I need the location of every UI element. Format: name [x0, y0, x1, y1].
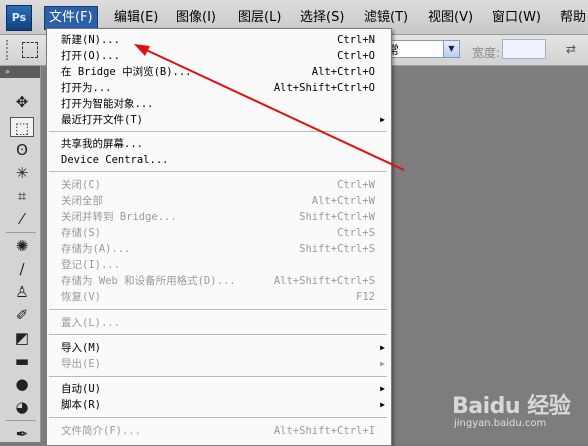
menu-item-share-screen[interactable]: 共享我的屏幕... — [47, 136, 391, 152]
move-icon[interactable]: ✥ — [10, 92, 34, 112]
menu-item-save-as[interactable]: 存储为(A)... Shift+Ctrl+S — [47, 241, 391, 257]
menu-item-save-for-web[interactable]: 存储为 Web 和设备所用格式(D)... Alt+Shift+Ctrl+S — [47, 273, 391, 289]
clone-stamp-icon[interactable]: ♙ — [10, 282, 34, 302]
grip-handle[interactable] — [6, 40, 12, 60]
gradient-icon[interactable]: ▬ — [10, 351, 34, 371]
menu-view[interactable]: 视图(V) — [424, 8, 477, 28]
healing-icon[interactable]: ✺ — [10, 236, 34, 256]
submenu-arrow-icon: ▶ — [380, 400, 385, 409]
menu-item-close-and-go-to-bridge[interactable]: 关闭并转到 Bridge... Shift+Ctrl+W — [47, 209, 391, 225]
marquee-icon[interactable]: ⬚ — [10, 117, 34, 137]
submenu-arrow-icon: ▶ — [380, 384, 385, 393]
lasso-icon[interactable]: ʘ — [10, 140, 34, 160]
menu-edit[interactable]: 编辑(E) — [110, 8, 162, 28]
menu-item-export[interactable]: 导出(E) ▶ — [47, 356, 391, 372]
menu-item-save[interactable]: 存储(S) Ctrl+S — [47, 225, 391, 241]
brush-icon[interactable]: ∕ — [10, 259, 34, 279]
width-input[interactable] — [502, 39, 546, 59]
watermark-url: jingyan.baidu.com — [454, 418, 547, 429]
eraser-icon[interactable]: ◩ — [10, 328, 34, 348]
menu-layer[interactable]: 图层(L) — [234, 8, 285, 28]
width-label: 宽度: — [472, 46, 501, 60]
menu-item-automate[interactable]: 自动(U) ▶ — [47, 381, 391, 397]
menu-separator — [49, 334, 387, 336]
submenu-arrow-icon: ▶ — [380, 115, 385, 124]
baidu-watermark: Baidu 经验 jingyan.baidu.com — [448, 388, 583, 434]
crop-icon[interactable]: ⌗ — [10, 186, 34, 206]
menu-item-open-as-smart-object[interactable]: 打开为智能对象... — [47, 96, 391, 112]
dodge-icon[interactable]: ◕ — [10, 397, 34, 417]
submenu-arrow-icon: ▶ — [380, 359, 385, 368]
photoshop-logo: Ps — [6, 5, 32, 31]
swap-icon[interactable]: ⇄ — [566, 43, 580, 55]
menu-file[interactable]: 文件(F) — [44, 6, 98, 30]
menu-separator — [49, 309, 387, 311]
eyedropper-icon[interactable]: ⁄ — [10, 209, 34, 229]
menu-item-check-in[interactable]: 登记(I)... — [47, 257, 391, 273]
toolbox-header[interactable]: » — [0, 66, 40, 78]
marquee-preset-icon[interactable] — [22, 42, 38, 58]
toolbox-divider — [6, 420, 36, 421]
blur-icon[interactable]: ● — [10, 374, 34, 394]
menu-item-scripts[interactable]: 脚本(R) ▶ — [47, 397, 391, 413]
menu-image[interactable]: 图像(I) — [172, 8, 220, 28]
history-brush-icon[interactable]: ✐ — [10, 305, 34, 325]
pen-icon[interactable]: ✒ — [10, 424, 34, 444]
menu-item-browse-in-bridge[interactable]: 在 Bridge 中浏览(B)... Alt+Ctrl+O — [47, 64, 391, 80]
watermark-brand: Baidu 经验 — [452, 394, 571, 419]
menu-item-import[interactable]: 导入(M) ▶ — [47, 340, 391, 356]
toolbox: » ✥ ⬚ ʘ ✳ ⌗ ⁄ ✺ ∕ ♙ ✐ ◩ ▬ ● ◕ ✒ — [0, 66, 41, 444]
menu-item-close[interactable]: 关闭(C) Ctrl+W — [47, 177, 391, 193]
magic-wand-icon[interactable]: ✳ — [10, 163, 34, 183]
menu-select[interactable]: 选择(S) — [296, 8, 348, 28]
menu-window[interactable]: 窗口(W) — [488, 8, 545, 28]
menu-separator — [49, 171, 387, 173]
menu-separator — [49, 376, 387, 378]
file-menu-dropdown: 新建(N)... Ctrl+N 打开(O)... Ctrl+O 在 Bridge… — [46, 28, 392, 446]
submenu-arrow-icon: ▶ — [380, 343, 385, 352]
menu-item-open-recent[interactable]: 最近打开文件(T) ▶ — [47, 112, 391, 128]
menu-item-revert[interactable]: 恢复(V) F12 — [47, 289, 391, 305]
menu-item-close-all[interactable]: 关闭全部 Alt+Ctrl+W — [47, 193, 391, 209]
chevron-down-icon[interactable]: ▼ — [443, 41, 459, 57]
menu-item-open-as[interactable]: 打开为... Alt+Shift+Ctrl+O — [47, 80, 391, 96]
menu-separator — [49, 417, 387, 419]
menu-item-open[interactable]: 打开(O)... Ctrl+O — [47, 48, 391, 64]
menu-item-place[interactable]: 置入(L)... — [47, 315, 391, 331]
style-select[interactable]: 常 ▼ — [382, 40, 460, 58]
toolbox-divider — [6, 232, 36, 233]
menu-item-new[interactable]: 新建(N)... Ctrl+N — [47, 32, 391, 48]
menu-help[interactable]: 帮助 — [556, 8, 588, 28]
menu-separator — [49, 131, 387, 133]
menu-item-device-central[interactable]: Device Central... — [47, 152, 391, 168]
menu-item-file-info[interactable]: 文件简介(F)... Alt+Shift+Ctrl+I — [47, 423, 391, 439]
menu-filter[interactable]: 滤镜(T) — [360, 8, 412, 28]
